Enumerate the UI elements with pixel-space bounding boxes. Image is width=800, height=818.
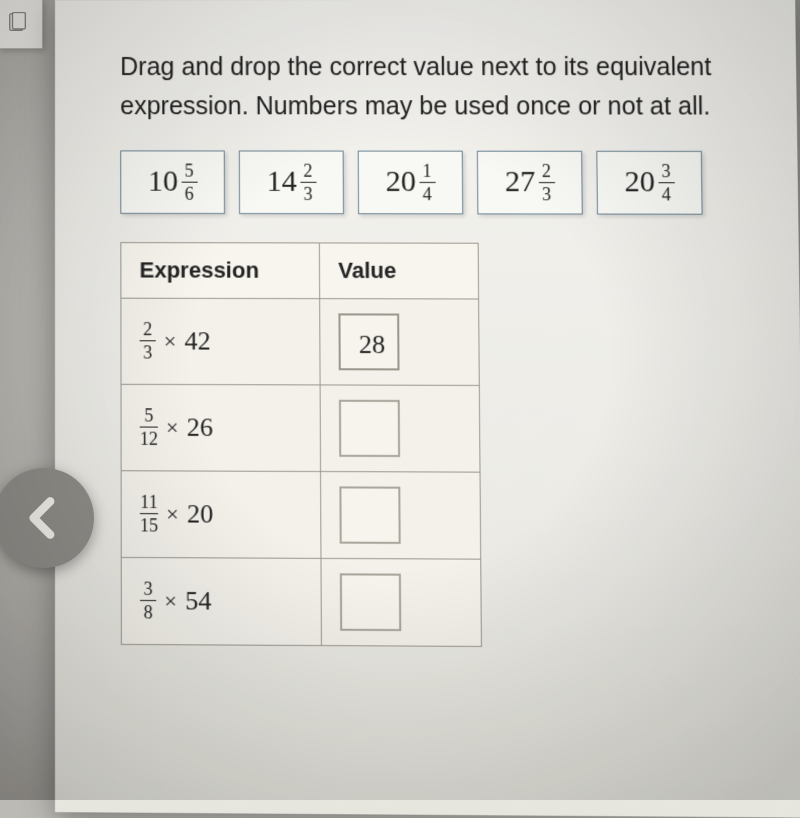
page-icon: [7, 12, 29, 34]
drop-slot[interactable]: 28: [338, 313, 399, 370]
draggable-tiles-row: 10561423201427232034: [120, 150, 747, 214]
chevron-left-icon: [19, 493, 69, 543]
expression-cell: 38×54: [121, 557, 321, 645]
table-row: 23×42 28: [121, 298, 479, 385]
value-cell: [321, 471, 481, 559]
table-row: 1115×20: [121, 470, 481, 558]
value-cell: [320, 384, 480, 471]
answer-tile[interactable]: 2014: [358, 150, 464, 214]
instructions-text: Drag and drop the correct value next to …: [120, 48, 746, 126]
expression-cell: 23×42: [121, 298, 320, 385]
instructions-line-2: expression. Numbers may be used once or …: [120, 92, 710, 120]
answer-tile[interactable]: 1056: [120, 150, 225, 214]
value-cell: 28: [320, 298, 480, 385]
expression-cell: 512×26: [121, 384, 321, 471]
instructions-line-1: Drag and drop the correct value next to …: [120, 53, 711, 81]
drop-slot[interactable]: [339, 399, 400, 456]
table-row: 512×26: [121, 384, 480, 472]
worksheet-page: Drag and drop the correct value next to …: [55, 0, 800, 818]
answer-tile[interactable]: 1423: [239, 150, 344, 214]
expression-cell: 1115×20: [121, 470, 321, 558]
drop-slot[interactable]: [339, 486, 400, 544]
table-row: 38×54: [121, 557, 481, 646]
page-corner-tab: ×: [0, 0, 43, 49]
header-expression: Expression: [121, 242, 320, 298]
value-cell: [321, 558, 481, 646]
answer-tile[interactable]: 2034: [596, 150, 702, 214]
header-value: Value: [319, 242, 478, 298]
answer-tile[interactable]: 2723: [477, 150, 583, 214]
drop-slot[interactable]: [340, 573, 401, 631]
expression-table: Expression Value 23×42 28 512×26 1115×20: [120, 242, 482, 647]
